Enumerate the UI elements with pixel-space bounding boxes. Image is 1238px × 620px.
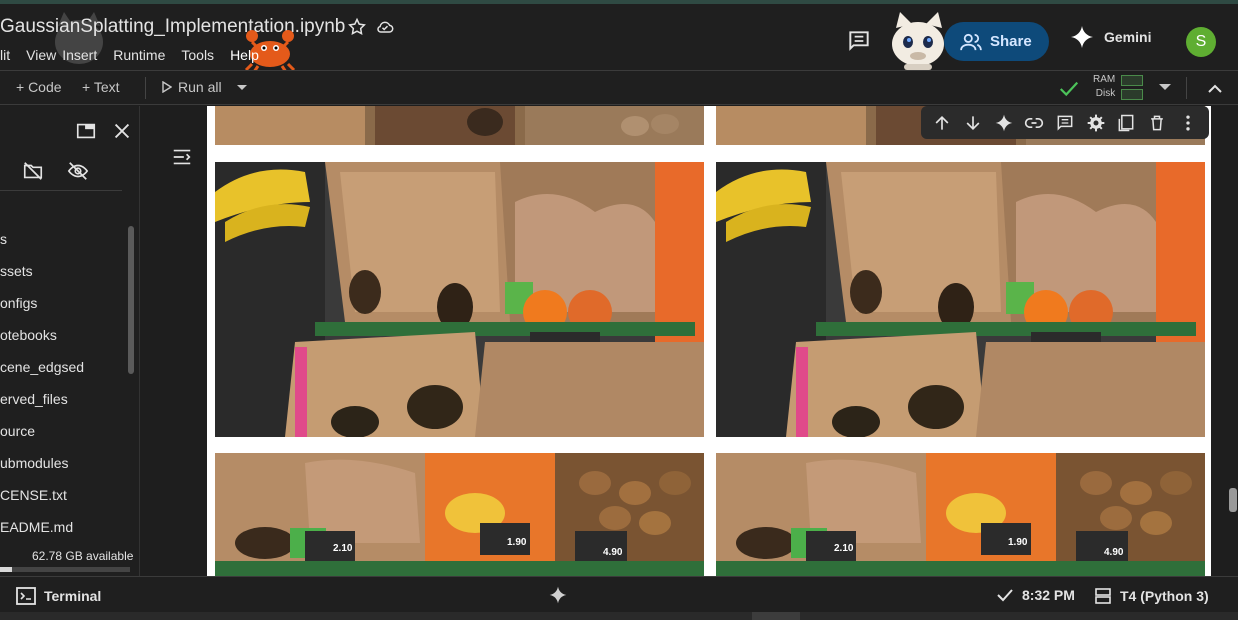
resource-bars[interactable] xyxy=(1121,75,1143,103)
price-tag-text: 4.90 xyxy=(603,547,623,558)
file-item[interactable]: onfigs xyxy=(0,295,37,311)
output-image-kiwi-right: 2.10 1.90 4.90 xyxy=(716,453,1205,576)
status-bar: Terminal 8:32 PM T4 (Python 3) xyxy=(0,576,1238,612)
menu-help[interactable]: Help xyxy=(230,47,259,67)
connected-check-icon xyxy=(1059,81,1079,97)
disk-usage-fill xyxy=(0,567,12,572)
price-tag-text: 1.90 xyxy=(507,537,527,548)
cell-toolbar xyxy=(921,106,1209,139)
share-button[interactable]: Share xyxy=(944,22,1049,61)
file-item[interactable]: ssets xyxy=(0,263,33,279)
sparkle-icon[interactable] xyxy=(994,113,1014,133)
visibility-off-icon[interactable] xyxy=(67,160,89,182)
kiwi-photo: 2.10 1.90 4.90 xyxy=(215,453,704,576)
price-tag-text: 2.10 xyxy=(834,543,854,554)
output-image-top-left xyxy=(215,106,704,145)
avocado-photo: 2.10 xyxy=(716,162,1205,437)
output-image-kiwi-left: 2.10 1.90 4.90 xyxy=(215,453,704,576)
price-tag-text: 1.90 xyxy=(1008,537,1028,548)
arrow-down-icon[interactable] xyxy=(963,113,983,133)
link-icon[interactable] xyxy=(1024,113,1044,133)
trash-icon[interactable] xyxy=(1147,113,1167,133)
execution-time: 8:32 PM xyxy=(1022,587,1075,603)
run-all-button[interactable]: Run all xyxy=(162,79,222,95)
disk-label: Disk xyxy=(1095,88,1116,99)
file-item[interactable]: s xyxy=(0,231,7,247)
price-tag-text: 2.10 xyxy=(333,543,353,554)
taskbar-app[interactable] xyxy=(752,612,800,620)
file-item[interactable]: EADME.md xyxy=(0,519,73,535)
gear-icon[interactable] xyxy=(1086,113,1106,133)
file-item[interactable]: ource xyxy=(0,423,35,439)
avocado-photo: 2.10 xyxy=(215,162,704,437)
runtime-server-icon xyxy=(1095,588,1111,604)
runtime-label: T4 (Python 3) xyxy=(1120,588,1209,604)
add-code-button[interactable]: + Code xyxy=(16,79,62,95)
comment-icon[interactable] xyxy=(846,28,872,54)
gemini-sparkle-icon[interactable] xyxy=(548,585,568,605)
notebook-toolbar: + Code + Text Run all RAM Disk xyxy=(0,70,1238,105)
disk-bar-mini xyxy=(1121,89,1143,100)
menu-runtime[interactable]: Runtime xyxy=(113,47,165,67)
header: GaussianSplatting_Implementation.ipynb l… xyxy=(0,4,1238,72)
disk-usage-bar xyxy=(0,567,130,572)
cell-output-area: 2.10 1.90 4.90 2.10 1.90 4.90 xyxy=(207,106,1211,576)
disk-available-text: 62.78 GB available xyxy=(32,549,134,563)
terminal-button[interactable]: Terminal xyxy=(16,587,101,605)
resource-labels[interactable]: RAM Disk xyxy=(1093,73,1115,101)
cloud-saved-icon[interactable] xyxy=(374,17,396,37)
kiwi-photo: 2.10 1.90 4.90 xyxy=(716,453,1205,576)
terminal-label: Terminal xyxy=(44,588,102,604)
check-icon xyxy=(997,589,1013,602)
gemini-sparkle-icon xyxy=(1071,26,1093,48)
output-toggle-icon[interactable] xyxy=(171,146,193,168)
star-icon[interactable] xyxy=(347,17,367,37)
menu-edit[interactable]: lit xyxy=(0,47,10,67)
runtime-status[interactable]: T4 (Python 3) xyxy=(1094,587,1209,605)
menu-view[interactable]: View xyxy=(26,47,56,67)
play-icon xyxy=(162,81,172,93)
price-tag-text: 4.90 xyxy=(1104,547,1124,558)
output-image-avocado-left: 2.10 xyxy=(215,162,704,437)
toolbar-divider xyxy=(145,77,146,99)
close-icon[interactable] xyxy=(111,120,133,142)
execution-status[interactable]: 8:32 PM xyxy=(996,587,1075,603)
menu-bar: lit View Insert Runtime Tools Help xyxy=(0,47,275,67)
new-tab-icon[interactable] xyxy=(75,120,97,142)
folder-off-icon[interactable] xyxy=(22,160,44,182)
chevron-up-icon[interactable] xyxy=(1207,81,1223,95)
comment-icon[interactable] xyxy=(1055,113,1075,133)
menu-insert[interactable]: Insert xyxy=(62,47,97,67)
mirror-cell-icon[interactable] xyxy=(1116,113,1136,133)
runtime-dropdown-icon[interactable] xyxy=(1158,83,1172,93)
ram-bar xyxy=(1121,75,1143,86)
file-item[interactable]: erved_files xyxy=(0,391,68,407)
produce-photo xyxy=(215,106,704,145)
terminal-icon xyxy=(16,587,36,605)
file-browser-panel: s ssets onfigs otebooks cene_edgsed erve… xyxy=(0,106,140,576)
gemini-button[interactable]: Gemini xyxy=(1070,25,1151,49)
cell-gutter xyxy=(141,106,207,576)
file-item[interactable]: cene_edgsed xyxy=(0,359,84,375)
more-vert-icon[interactable] xyxy=(1178,113,1198,133)
file-item[interactable]: CENSE.txt xyxy=(0,487,67,503)
panel-scrollbar[interactable] xyxy=(128,226,134,374)
gemini-label: Gemini xyxy=(1104,29,1152,45)
toolbar-divider-right xyxy=(1186,77,1187,99)
run-all-dropdown-icon[interactable] xyxy=(236,84,248,92)
panel-divider xyxy=(0,190,122,191)
arrow-up-icon[interactable] xyxy=(932,113,952,133)
notebook-scrollbar-thumb[interactable] xyxy=(1229,488,1237,512)
share-label: Share xyxy=(990,33,1032,50)
file-item[interactable]: ubmodules xyxy=(0,455,69,471)
avatar[interactable]: S xyxy=(1186,27,1216,57)
run-all-label: Run all xyxy=(178,79,222,95)
os-taskbar xyxy=(0,612,1238,620)
menu-tools[interactable]: Tools xyxy=(181,47,214,67)
add-text-button[interactable]: + Text xyxy=(82,79,120,95)
file-item[interactable]: otebooks xyxy=(0,327,57,343)
output-image-avocado-right: 2.10 xyxy=(716,162,1205,437)
ram-label: RAM xyxy=(1093,74,1116,85)
people-icon xyxy=(960,33,982,50)
